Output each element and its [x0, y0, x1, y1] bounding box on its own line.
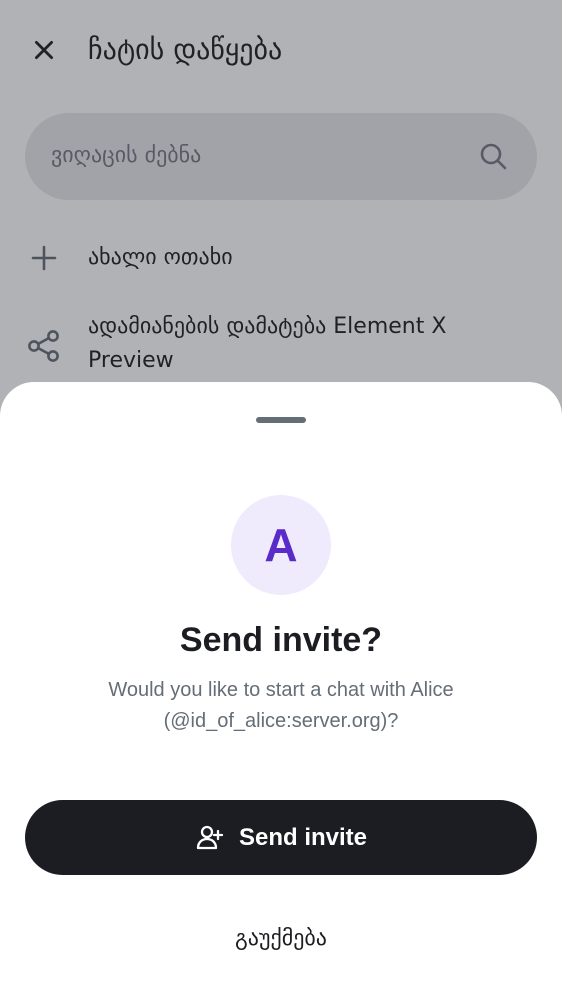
dialog-message: Would you like to start a chat with Alic… [108, 679, 454, 732]
user-add-icon [196, 825, 224, 849]
avatar: A [231, 495, 331, 595]
dialog-title: Send invite? [179, 621, 383, 659]
bottom-sheet: A Send invite? Would you like to start a… [0, 382, 562, 1000]
send-invite-button[interactable]: Send invite [25, 800, 537, 875]
drag-handle[interactable] [256, 417, 306, 423]
send-invite-label: Send invite [238, 823, 368, 851]
cancel-button[interactable]: გაუქმება [131, 912, 431, 964]
